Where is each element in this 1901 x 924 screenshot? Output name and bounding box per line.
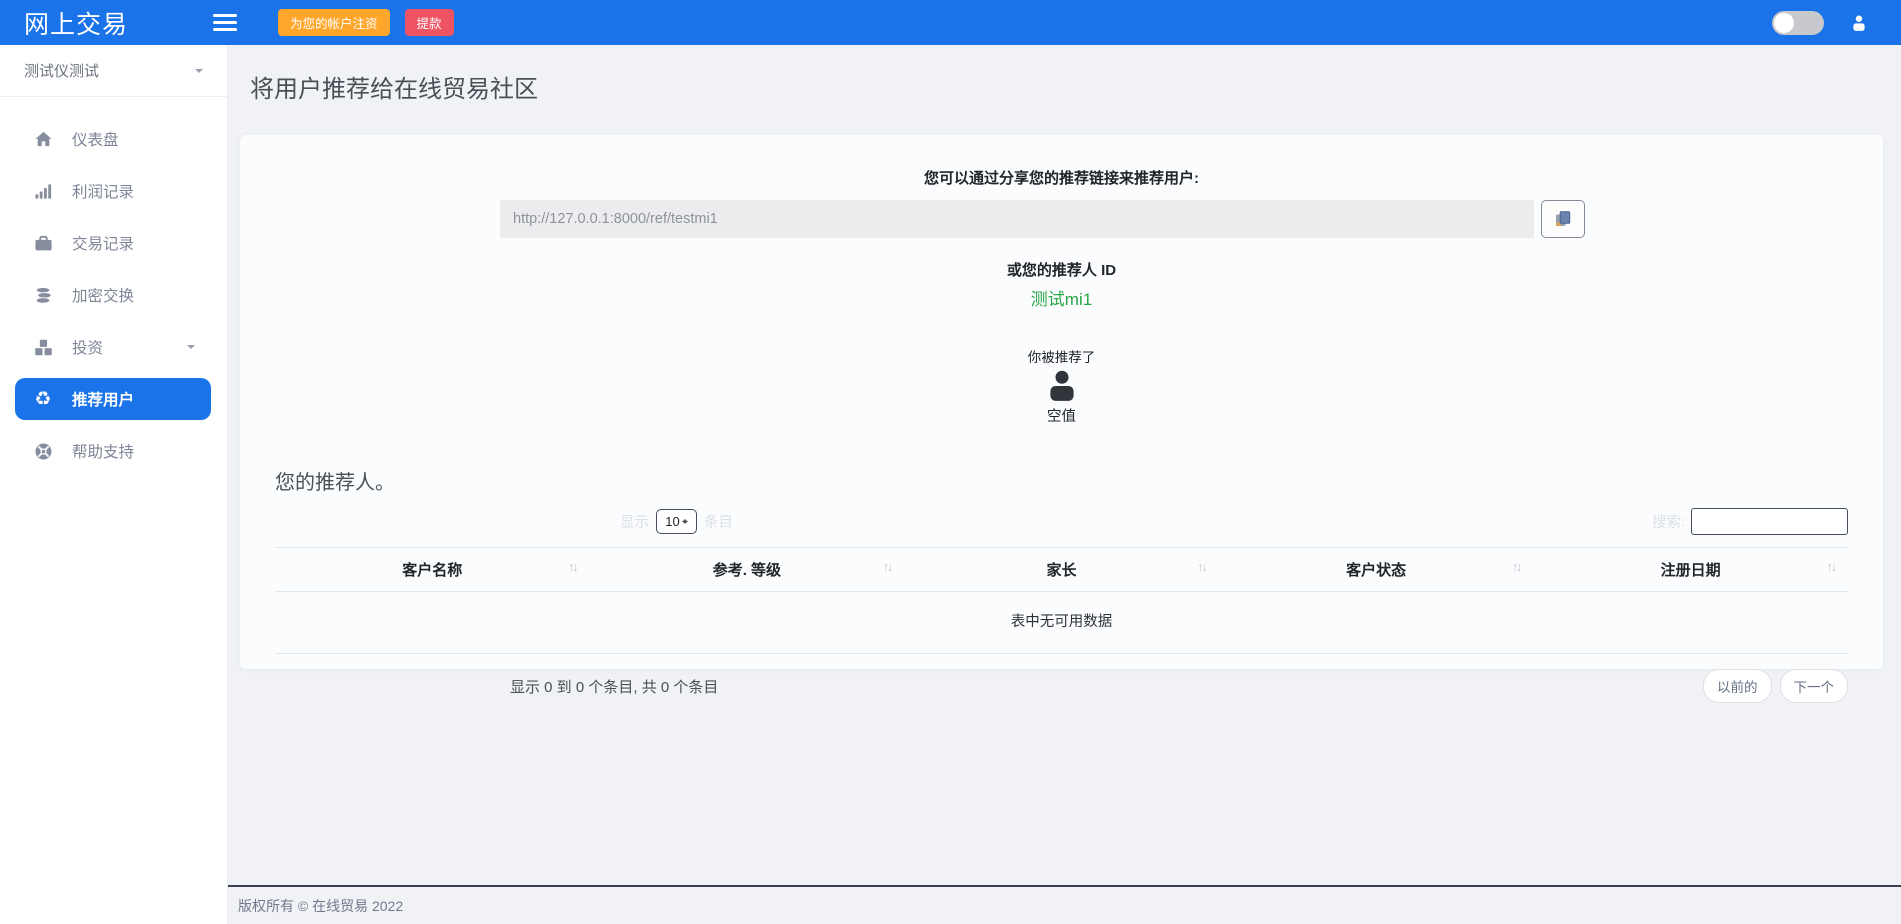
sort-icon[interactable]: ↑↓ <box>883 560 892 574</box>
page-title: 将用户推荐给在线贸易社区 <box>250 75 1901 105</box>
sidebar-item-label: 利润记录 <box>72 180 134 202</box>
sidebar-item-profit-records[interactable]: 利润记录 <box>0 165 227 217</box>
referred-by-value: 空值 <box>275 405 1848 426</box>
account-switcher[interactable]: 测试仪测试 <box>0 45 227 97</box>
sidebar-item-label: 交易记录 <box>72 232 134 254</box>
column-header-client-status[interactable]: 客户状态↑↓ <box>1219 548 1534 592</box>
sidebar-item-label: 仪表盘 <box>72 128 119 150</box>
empty-table-row: 表中无可用数据 <box>275 592 1848 654</box>
column-header-client-name[interactable]: 客户名称↑↓ <box>275 548 590 592</box>
sidebar-item-label: 加密交换 <box>72 284 134 306</box>
sidebar-item-trade-records[interactable]: 交易记录 <box>0 217 227 269</box>
top-navbar: 网上交易 为您的帐户注资 提款 <box>0 0 1901 45</box>
sidebar-nav: 仪表盘 利润记录 交易记录 加密交换 <box>0 97 227 477</box>
fund-account-button[interactable]: 为您的帐户注资 <box>278 9 390 36</box>
table-footer: 显示 0 到 0 个条目, 共 0 个条目 以前的 下一个 <box>275 669 1848 703</box>
sidebar-item-dashboard[interactable]: 仪表盘 <box>0 113 227 165</box>
bar-chart-icon <box>32 182 54 201</box>
table-search-control: 搜索: <box>1652 508 1848 535</box>
table-info-text: 显示 0 到 0 个条目, 共 0 个条目 <box>510 676 718 697</box>
referrer-id-value: 测试mi1 <box>275 285 1848 310</box>
copy-link-button[interactable] <box>1541 200 1585 238</box>
column-header-register-date[interactable]: 注册日期↑↓ <box>1533 548 1848 592</box>
recycle-icon: ♻ <box>32 390 54 409</box>
coins-icon <box>32 286 54 305</box>
show-label: 显示 <box>620 511 649 532</box>
life-ring-icon <box>32 442 54 461</box>
sidebar: 测试仪测试 仪表盘 利润记录 交易记录 <box>0 45 228 924</box>
user-profile-icon[interactable] <box>1850 14 1868 32</box>
pagination: 以前的 下一个 <box>1703 669 1848 703</box>
cubes-icon <box>32 338 54 357</box>
sort-icon[interactable]: ↑↓ <box>1197 560 1206 574</box>
column-header-ref-level[interactable]: 参考. 等级↑↓ <box>590 548 905 592</box>
copy-icon <box>1553 209 1573 229</box>
chevron-down-icon <box>195 69 203 77</box>
referrers-heading: 您的推荐人。 <box>275 466 1848 495</box>
sidebar-item-investment[interactable]: 投资 <box>0 321 227 373</box>
table-header-row: 客户名称↑↓ 参考. 等级↑↓ 家长↑↓ 客户状态↑↓ 注册日期↑↓ <box>275 548 1848 592</box>
sidebar-item-crypto-exchange[interactable]: 加密交换 <box>0 269 227 321</box>
main-content: 将用户推荐给在线贸易社区 您可以通过分享您的推荐链接来推荐用户: 或您的推荐人 … <box>228 45 1901 924</box>
account-name: 测试仪测试 <box>24 60 99 81</box>
page-length-value: 10 <box>665 514 679 529</box>
empty-table-message: 表中无可用数据 <box>275 592 1848 654</box>
page-length-select[interactable]: 10 <box>656 509 697 534</box>
referred-by-label: 你被推荐了 <box>275 346 1848 366</box>
spinner-arrows-icon <box>682 516 688 527</box>
sidebar-item-refer-users[interactable]: ♻ 推荐用户 <box>15 378 211 420</box>
search-label: 搜索: <box>1652 511 1685 532</box>
entries-label: 条目 <box>704 511 733 532</box>
sort-icon[interactable]: ↑↓ <box>1512 560 1521 574</box>
referral-card: 您可以通过分享您的推荐链接来推荐用户: 或您的推荐人 ID 测试mi1 你被推荐… <box>240 135 1883 669</box>
referrers-table: 客户名称↑↓ 参考. 等级↑↓ 家长↑↓ 客户状态↑↓ 注册日期↑↓ 表中无可用… <box>275 547 1848 654</box>
page-length-control: 显示 10 条目 <box>620 509 733 534</box>
referrer-id-label: 或您的推荐人 ID <box>275 259 1848 280</box>
withdraw-button[interactable]: 提款 <box>405 9 454 36</box>
sort-icon[interactable]: ↑↓ <box>568 560 577 574</box>
next-page-button[interactable]: 下一个 <box>1780 669 1849 703</box>
sidebar-item-label: 投资 <box>72 336 103 358</box>
sidebar-item-label: 帮助支持 <box>72 440 134 462</box>
referral-link-input[interactable] <box>500 200 1534 238</box>
sidebar-item-help-support[interactable]: 帮助支持 <box>0 425 227 477</box>
sort-icon[interactable]: ↑↓ <box>1827 560 1836 574</box>
person-icon <box>275 369 1848 403</box>
toggle-knob <box>1774 13 1794 33</box>
theme-toggle[interactable] <box>1772 11 1824 35</box>
briefcase-icon <box>32 234 54 253</box>
previous-page-button[interactable]: 以前的 <box>1703 669 1772 703</box>
menu-toggle-icon[interactable] <box>213 14 237 31</box>
app-title: 网上交易 <box>0 5 150 41</box>
referred-by-block: 你被推荐了 空值 <box>275 346 1848 426</box>
column-header-parent[interactable]: 家长↑↓ <box>904 548 1219 592</box>
table-controls: 显示 10 条目 搜索: <box>275 508 1848 535</box>
copyright-text: 版权所有 © 在线贸易 2022 <box>238 896 403 916</box>
chevron-down-icon <box>187 345 195 353</box>
search-input[interactable] <box>1691 508 1848 535</box>
share-link-label: 您可以通过分享您的推荐链接来推荐用户: <box>275 135 1848 188</box>
sidebar-item-label: 推荐用户 <box>72 388 134 410</box>
page-footer: 版权所有 © 在线贸易 2022 <box>228 885 1901 924</box>
home-icon <box>32 130 54 149</box>
referral-link-row <box>500 200 1585 238</box>
